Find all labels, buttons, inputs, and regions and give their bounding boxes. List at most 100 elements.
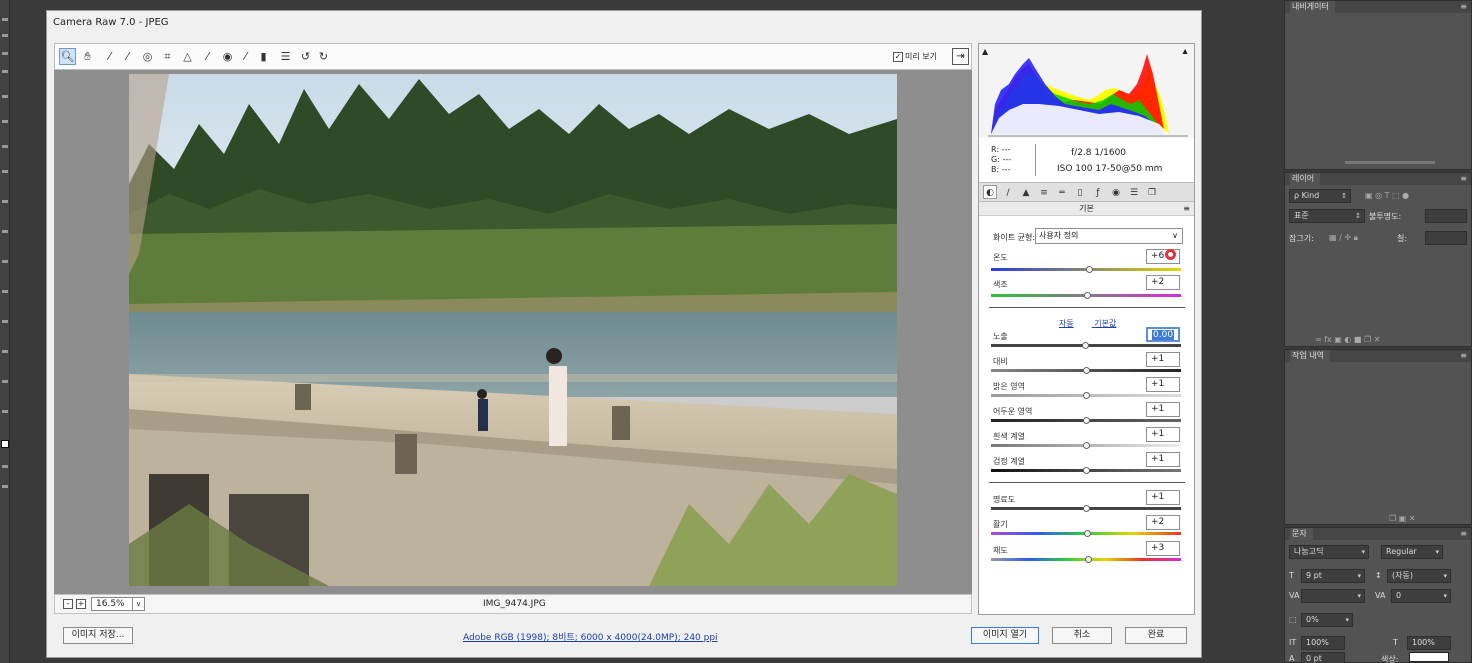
preferences-icon[interactable]: ☰: [277, 48, 294, 65]
open-image-button[interactable]: 이미지 열기: [971, 627, 1039, 644]
tab-detail-icon[interactable]: ▲: [1019, 185, 1033, 199]
font-size-select[interactable]: 9 pt ▾: [1301, 569, 1365, 583]
preview-checkbox[interactable]: ✓: [893, 51, 903, 62]
slider-thumb[interactable]: [1084, 556, 1092, 563]
slider-thumb[interactable]: [1082, 367, 1090, 374]
tab-tone-curve-icon[interactable]: ∕: [1001, 185, 1015, 199]
image-preview-area[interactable]: [54, 70, 972, 594]
contrast-value[interactable]: +1: [1146, 352, 1180, 367]
rotate-cw-icon[interactable]: ↻: [315, 48, 332, 65]
contrast-slider[interactable]: [991, 367, 1181, 374]
shadows-value[interactable]: +1: [1146, 402, 1180, 417]
tab-lens-icon[interactable]: ▯: [1073, 185, 1087, 199]
zoom-in-button[interactable]: +: [76, 599, 86, 609]
panel-menu-icon[interactable]: ≡: [1460, 528, 1467, 540]
zoom-tool-icon[interactable]: 🔍︎: [59, 48, 76, 65]
slider-thumb[interactable]: [1082, 392, 1090, 399]
spot-removal-tool-icon[interactable]: ⁄: [199, 48, 216, 65]
saturation-slider[interactable]: [991, 556, 1181, 563]
exposure-slider[interactable]: [991, 342, 1181, 349]
slider-thumb[interactable]: [1083, 530, 1091, 537]
tool-icon[interactable]: [2, 465, 8, 468]
tab-effects-icon[interactable]: ƒ: [1091, 185, 1105, 199]
default-link[interactable]: 기본값: [1094, 319, 1116, 328]
font-family-select[interactable]: 나눔고딕 ▾: [1289, 545, 1369, 559]
tool-icon[interactable]: [2, 350, 8, 353]
horizontal-scale-input[interactable]: 100%: [1407, 636, 1451, 650]
foreground-color-swatch[interactable]: [1, 440, 9, 448]
blacks-slider[interactable]: [991, 467, 1181, 474]
tab-split-toning-icon[interactable]: ═: [1055, 185, 1069, 199]
rotate-ccw-icon[interactable]: ↺: [297, 48, 314, 65]
text-color-swatch[interactable]: [1409, 652, 1449, 662]
blacks-value[interactable]: +1: [1146, 452, 1180, 467]
font-style-select[interactable]: Regular ▾: [1381, 545, 1443, 559]
tool-icon[interactable]: [2, 485, 8, 488]
zoom-out-button[interactable]: -: [63, 599, 73, 609]
preview-toggle[interactable]: ✓ 미리 보기: [893, 51, 937, 62]
baseline-input[interactable]: 0 pt: [1301, 652, 1345, 663]
tool-icon[interactable]: [2, 18, 8, 21]
tint-value[interactable]: +2: [1146, 275, 1180, 290]
tool-icon[interactable]: [2, 120, 8, 123]
tool-icon[interactable]: [2, 380, 8, 383]
tool-icon[interactable]: [2, 52, 8, 55]
workflow-options-link[interactable]: Adobe RGB (1998); 8비트; 6000 x 4000(24.0M…: [463, 630, 718, 643]
tool-icon[interactable]: [2, 260, 8, 263]
navigator-tab[interactable]: 내비게이터: [1290, 1, 1335, 13]
panel-menu-icon[interactable]: ≡: [1460, 1, 1467, 13]
slider-thumb[interactable]: [1082, 467, 1090, 474]
red-eye-tool-icon[interactable]: ◉: [219, 48, 236, 65]
highlights-value[interactable]: +1: [1146, 377, 1180, 392]
whites-value[interactable]: +1: [1146, 427, 1180, 442]
vibrance-value[interactable]: +2: [1146, 515, 1180, 530]
slider-thumb[interactable]: [1082, 505, 1090, 512]
crop-tool-icon[interactable]: ⌗: [159, 48, 176, 65]
cancel-button[interactable]: 취소: [1052, 627, 1112, 644]
panel-menu-icon[interactable]: ≡: [1460, 350, 1467, 362]
history-footer-icons[interactable]: ❐ ▣ ✕: [1389, 514, 1416, 523]
zoom-level-select[interactable]: 16.5% ∨: [91, 597, 145, 611]
tool-icon[interactable]: [2, 170, 8, 173]
layer-filter-select[interactable]: ρ Kind ↕: [1289, 189, 1351, 203]
graduated-filter-tool-icon[interactable]: ▮: [255, 48, 272, 65]
panel-menu-icon[interactable]: ≡: [1460, 173, 1467, 185]
white-balance-select[interactable]: 사용자 정의 ∨: [1035, 228, 1183, 244]
shadows-slider[interactable]: [991, 417, 1181, 424]
target-adjustment-tool-icon[interactable]: ◎: [139, 48, 156, 65]
white-balance-tool-icon[interactable]: ⁄: [101, 48, 118, 65]
fullscreen-icon[interactable]: ⇥: [952, 48, 969, 65]
auto-link[interactable]: 자동: [1059, 319, 1074, 328]
tool-icon[interactable]: [2, 34, 8, 37]
tool-icon[interactable]: [2, 200, 8, 203]
opacity-input[interactable]: [1425, 209, 1467, 223]
color-sampler-tool-icon[interactable]: ⁄: [119, 48, 136, 65]
clarity-slider[interactable]: [991, 505, 1181, 512]
tab-snapshots-icon[interactable]: ❐: [1145, 185, 1159, 199]
fill-input[interactable]: [1425, 231, 1467, 245]
slider-thumb[interactable]: [1085, 266, 1093, 273]
exposure-value[interactable]: 0.00: [1146, 327, 1180, 342]
straighten-tool-icon[interactable]: △: [179, 48, 196, 65]
done-button[interactable]: 완료: [1125, 627, 1187, 644]
slider-thumb[interactable]: [1082, 342, 1089, 349]
layer-filter-icons[interactable]: ▣ ◎ T ⬚ ●: [1365, 191, 1409, 200]
tool-icon[interactable]: [2, 70, 8, 73]
layers-tab[interactable]: 레이어: [1290, 173, 1321, 185]
history-tab[interactable]: 작업 내역: [1290, 350, 1330, 362]
tab-camera-calibration-icon[interactable]: ◉: [1109, 185, 1123, 199]
slider-thumb[interactable]: [1082, 442, 1090, 449]
tool-icon[interactable]: [2, 95, 8, 98]
tool-icon[interactable]: [2, 145, 8, 148]
tab-basic-icon[interactable]: ◐: [983, 185, 997, 199]
tsume-select[interactable]: 0% ▾: [1301, 613, 1353, 627]
highlights-slider[interactable]: [991, 392, 1181, 399]
leading-select[interactable]: (자동) ▾: [1387, 569, 1451, 583]
blend-mode-select[interactable]: 표준 ↕: [1289, 209, 1365, 223]
navigator-zoom-slider[interactable]: [1345, 161, 1435, 164]
section-menu-icon[interactable]: ≡: [1183, 202, 1190, 216]
slider-thumb[interactable]: [1082, 417, 1090, 424]
tab-hsl-icon[interactable]: ≡: [1037, 185, 1051, 199]
tab-presets-icon[interactable]: ☰: [1127, 185, 1141, 199]
tool-icon[interactable]: [2, 290, 8, 293]
